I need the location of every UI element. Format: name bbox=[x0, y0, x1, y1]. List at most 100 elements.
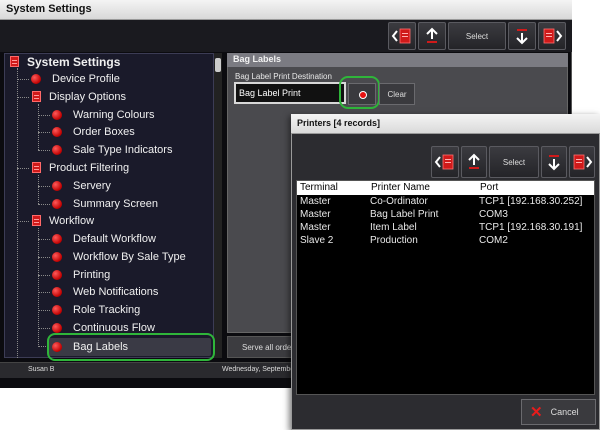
tree-item-role-tracking[interactable]: Role Tracking bbox=[52, 301, 140, 318]
tree-item-sale-type-indicators[interactable]: Sale Type Indicators bbox=[52, 141, 172, 158]
setting-dot-icon bbox=[52, 304, 62, 315]
tree-connector bbox=[38, 239, 50, 240]
print-destination-field[interactable]: Bag Label Print bbox=[234, 82, 346, 104]
cell-terminal: Master bbox=[300, 209, 331, 220]
cell-printer-name: Item Label bbox=[370, 222, 417, 233]
tree-connector bbox=[17, 221, 29, 222]
tree-connector bbox=[38, 104, 39, 150]
setting-dot-icon bbox=[52, 109, 62, 120]
setting-dot-icon bbox=[52, 233, 62, 244]
arrow-up-icon bbox=[468, 153, 480, 169]
tree-item-workflow[interactable]: Workflow bbox=[32, 212, 94, 229]
tree-connector bbox=[38, 292, 50, 293]
dialog-last-record-button[interactable] bbox=[569, 146, 595, 178]
tree-item-label: Sale Type Indicators bbox=[73, 143, 173, 156]
table-header bbox=[297, 181, 594, 195]
tree-item-label: Warning Colours bbox=[73, 108, 155, 121]
dialog-next-record-button[interactable] bbox=[541, 146, 567, 178]
tree-item-label: Continuous Flow bbox=[73, 321, 155, 334]
cell-terminal: Master bbox=[300, 196, 331, 207]
callout-ring bbox=[47, 333, 215, 361]
setting-dot-icon bbox=[52, 251, 62, 262]
first-record-icon bbox=[434, 154, 454, 170]
clear-button[interactable]: Clear bbox=[379, 83, 415, 105]
dialog-title-bar: Printers [4 records] bbox=[291, 114, 600, 134]
cell-printer-name: Co-Ordinator bbox=[370, 196, 428, 207]
tree-item-label: Servery bbox=[73, 179, 111, 192]
tree-item-label: Display Options bbox=[49, 90, 127, 103]
tree-connector bbox=[17, 79, 29, 80]
window-title: System Settings bbox=[6, 3, 92, 15]
arrow-down-icon bbox=[516, 29, 528, 45]
tree-item-printing[interactable]: Printing bbox=[52, 266, 110, 283]
tree-item-label: Role Tracking bbox=[73, 303, 141, 316]
tree-item-warning-colours[interactable]: Warning Colours bbox=[52, 106, 155, 123]
tree-connector bbox=[38, 150, 50, 151]
cancel-label: Cancel bbox=[550, 407, 579, 417]
cell-terminal: Master bbox=[300, 222, 331, 233]
column-header-port[interactable]: Port bbox=[480, 182, 498, 193]
content-title: Bag Labels bbox=[233, 54, 282, 64]
print-destination-label: Bag Label Print Destination bbox=[235, 72, 332, 81]
tree-item-label: Workflow bbox=[49, 214, 95, 227]
tree-item-workflow-by-sale-type[interactable]: Workflow By Sale Type bbox=[52, 248, 186, 265]
setting-dot-icon bbox=[52, 180, 62, 191]
tree-item-order-boxes[interactable]: Order Boxes bbox=[52, 123, 135, 140]
document-icon bbox=[32, 215, 41, 226]
status-user: Susan B bbox=[28, 366, 55, 373]
tree-root[interactable]: System Settings bbox=[10, 53, 120, 70]
tree-connector bbox=[38, 328, 50, 329]
tree-connector bbox=[38, 257, 50, 258]
callout-ring bbox=[339, 76, 380, 109]
setting-dot-icon bbox=[52, 126, 62, 137]
tree-scrollbar[interactable] bbox=[214, 53, 222, 358]
tree-item-label: Order Boxes bbox=[73, 125, 135, 138]
tree-item-label: Web Notifications bbox=[73, 285, 159, 298]
tree-connector bbox=[38, 228, 39, 347]
select-button[interactable]: Select bbox=[448, 22, 506, 50]
setting-dot-icon bbox=[52, 286, 62, 297]
tree-item-servery[interactable]: Servery bbox=[52, 177, 111, 194]
column-header-printer-name[interactable]: Printer Name bbox=[371, 182, 430, 193]
table-row[interactable]: Master Item Label TCP1 [192.168.30.191] bbox=[297, 222, 594, 235]
tree-item-web-notifications[interactable]: Web Notifications bbox=[52, 283, 158, 300]
tree-scrollbar-thumb[interactable] bbox=[215, 58, 221, 72]
cell-port: COM2 bbox=[479, 235, 508, 246]
tree-item-summary-screen[interactable]: Summary Screen bbox=[52, 195, 158, 212]
tree-item-device-profile[interactable]: Device Profile bbox=[31, 70, 120, 87]
tree-connector bbox=[17, 68, 18, 358]
dialog-title: Printers [4 records] bbox=[297, 118, 381, 128]
cancel-button[interactable]: ✕ Cancel bbox=[521, 399, 596, 425]
close-icon: ✕ bbox=[530, 403, 543, 421]
cell-port: TCP1 [192.168.30.191] bbox=[479, 222, 583, 233]
tree-root-label: System Settings bbox=[27, 54, 121, 69]
dialog-previous-record-button[interactable] bbox=[461, 146, 487, 178]
setting-dot-icon bbox=[52, 198, 62, 209]
last-record-icon bbox=[573, 154, 593, 170]
dialog-first-record-button[interactable] bbox=[431, 146, 459, 178]
tree-connector bbox=[38, 132, 50, 133]
tree-item-label: Device Profile bbox=[52, 72, 120, 85]
tree-item-label: Default Workflow bbox=[73, 232, 156, 245]
tree-item-display-options[interactable]: Display Options bbox=[32, 88, 126, 105]
tree-connector bbox=[38, 310, 50, 311]
document-icon bbox=[10, 56, 19, 67]
previous-record-button[interactable] bbox=[418, 22, 446, 50]
tree-item-label: Printing bbox=[73, 268, 111, 281]
last-record-button[interactable] bbox=[538, 22, 566, 50]
tree-item-product-filtering[interactable]: Product Filtering bbox=[32, 159, 129, 176]
tree-item-label: Summary Screen bbox=[73, 197, 158, 210]
document-icon bbox=[32, 162, 41, 173]
setting-dot-icon bbox=[52, 322, 62, 333]
next-record-button[interactable] bbox=[508, 22, 536, 50]
table-row[interactable]: Master Co-Ordinator TCP1 [192.168.30.252… bbox=[297, 196, 594, 209]
table-row[interactable]: Master Bag Label Print COM3 bbox=[297, 209, 594, 222]
arrow-up-icon bbox=[426, 27, 438, 43]
setting-dot-icon bbox=[31, 73, 41, 84]
table-row[interactable]: Slave 2 Production COM2 bbox=[297, 235, 594, 248]
tree-item-default-workflow[interactable]: Default Workflow bbox=[52, 230, 156, 247]
tree-connector bbox=[17, 97, 29, 98]
column-header-terminal[interactable]: Terminal bbox=[300, 182, 338, 193]
dialog-select-button[interactable]: Select bbox=[489, 146, 539, 178]
first-record-button[interactable] bbox=[388, 22, 416, 50]
